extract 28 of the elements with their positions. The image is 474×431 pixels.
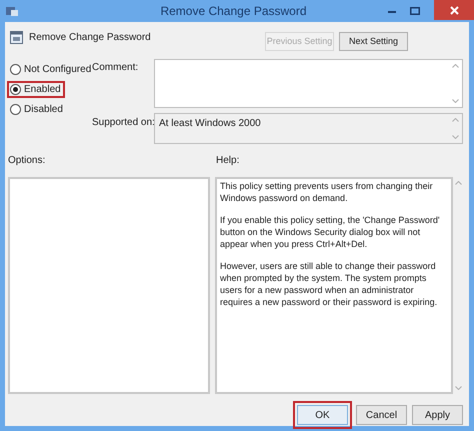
supported-value: At least Windows 2000 <box>159 117 262 131</box>
policy-icon <box>10 31 23 44</box>
nav-button[interactable]: Next Setting <box>339 32 408 51</box>
minimize-icon[interactable] <box>388 9 396 13</box>
radio-option[interactable]: Enabled <box>7 81 65 98</box>
scroll-up-icon[interactable] <box>452 64 458 68</box>
help-paragraph: However, users are still able to change their password when prompted by the system. The system prompts users for a new password when an administrator requires a new password or their password is expiring. <box>220 260 438 308</box>
help-label: Help: <box>216 154 240 168</box>
help-paragraph: This policy setting prevents users from changing their Windows password on demand. <box>220 180 434 204</box>
scroll-down-icon[interactable] <box>452 99 458 103</box>
supported-label: Supported on: <box>92 116 154 130</box>
dialog-button[interactable]: Cancel <box>356 405 407 425</box>
comment-field[interactable] <box>154 59 463 108</box>
scroll-down-icon[interactable] <box>454 386 462 390</box>
scroll-up-icon[interactable] <box>452 118 458 122</box>
close-icon <box>450 6 458 14</box>
policy-title: Remove Change Password <box>29 31 151 45</box>
radio-option[interactable]: Disabled <box>7 101 67 118</box>
dialog-button[interactable]: Apply <box>412 405 463 425</box>
app-icon <box>5 5 19 17</box>
close-button[interactable] <box>434 0 474 20</box>
maximize-icon[interactable] <box>410 7 420 15</box>
scroll-up-icon[interactable] <box>454 181 462 185</box>
window-title: Remove Change Password <box>160 3 307 20</box>
scroll-down-icon[interactable] <box>452 135 458 139</box>
help-paragraph: If you enable this policy setting, the 'Change Password' button on the Windows Security dialog box will not appear when you press Ctrl+Alt+Del. <box>220 214 441 250</box>
comment-label: Comment: <box>92 61 140 75</box>
options-label: Options: <box>8 154 46 168</box>
